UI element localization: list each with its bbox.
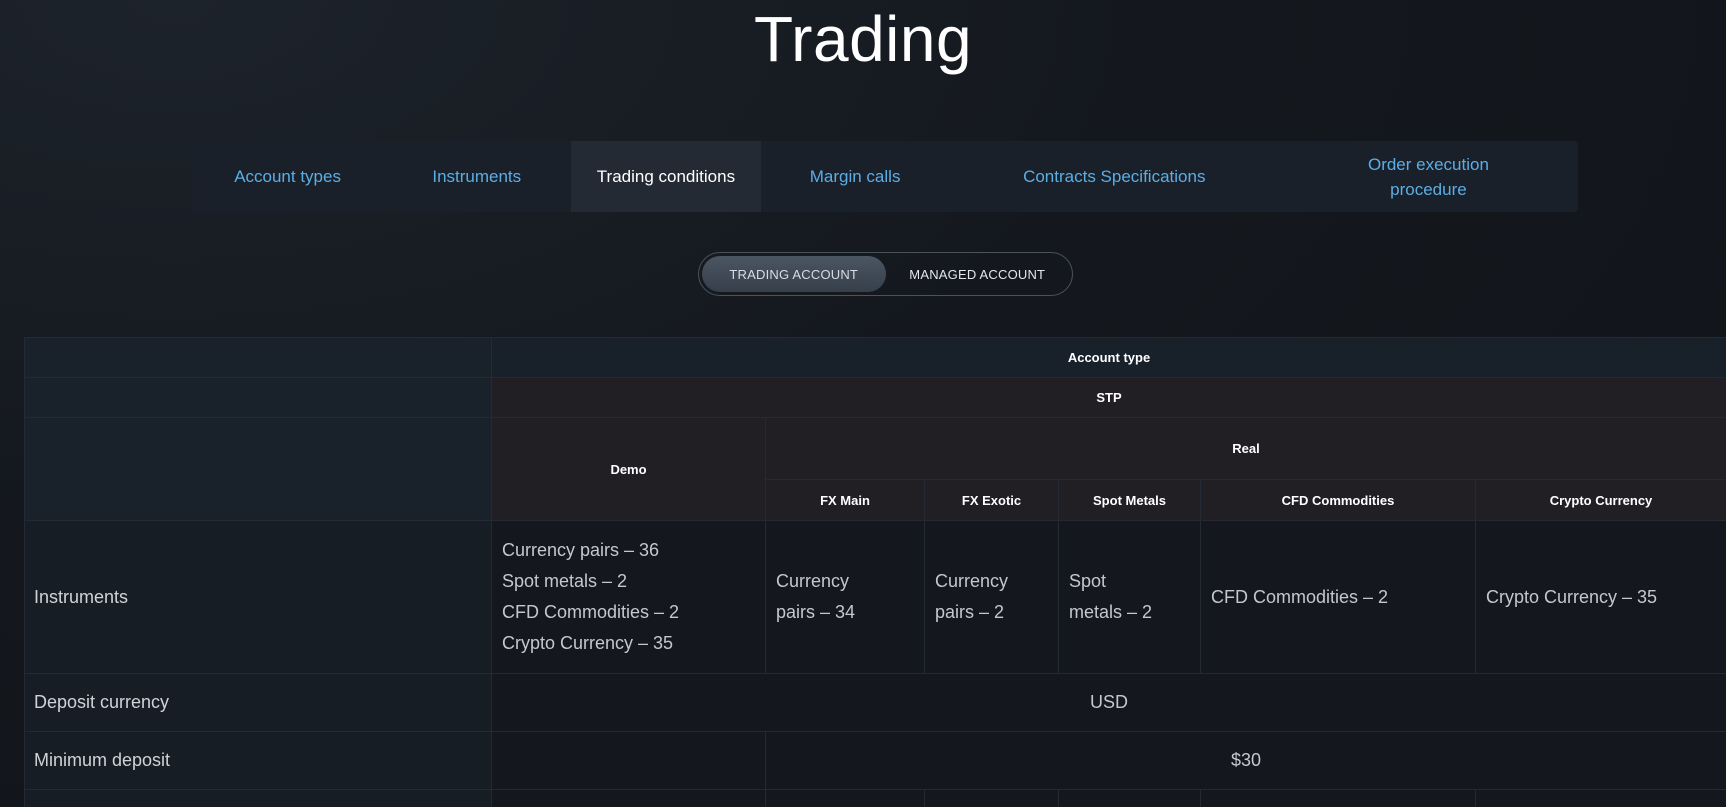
tab-contracts-specifications-label: Contracts Specifications [1023,167,1206,186]
cell-crypto-currency-instruments: Crypto Currency – 35 [1475,520,1726,674]
header-fx-exotic: FX Exotic [924,479,1059,521]
header-crypto-currency: Crypto Currency [1475,479,1726,521]
header-account-type: Account type [491,337,1726,378]
instrument-line: Spot metals – 2 [502,571,628,591]
header-blank [24,337,492,378]
trading-conditions-table: Account type STP Demo Real FX Main FX Ex… [24,337,1726,807]
instrument-line: Currency [935,571,1009,591]
table-row [24,789,1726,807]
instrument-line: Currency pairs – 36 [502,540,660,560]
cell-partial [491,789,766,807]
instrument-line: metals – 2 [1069,602,1153,622]
cell-partial [1058,789,1201,807]
cell-spot-metals-instruments: Spot metals – 2 [1058,520,1201,674]
cell-partial [765,789,925,807]
row-label-minimum-deposit: Minimum deposit [24,731,492,790]
tab-account-types[interactable]: Account types [193,141,382,212]
header-cfd-commodities: CFD Commodities [1200,479,1476,521]
trading-account-toggle[interactable]: TRADING ACCOUNT [702,256,886,292]
instrument-line: pairs – 2 [935,602,1005,622]
cell-demo-instruments: Currency pairs – 36 Spot metals – 2 CFD … [491,520,766,674]
header-stp: STP [491,377,1726,418]
managed-account-toggle[interactable]: MANAGED ACCOUNT [886,256,1070,292]
cell-minimum-deposit: $30 [765,731,1726,790]
tab-order-execution-procedure[interactable]: Order execution procedure [1279,141,1578,212]
page-title: Trading [753,3,973,75]
cell-cfd-commodities-instruments: CFD Commodities – 2 [1200,520,1476,674]
table-row: Instruments Currency pairs – 36 Spot met… [24,520,1726,674]
cell-deposit-currency: USD [491,673,1726,732]
instrument-line: Crypto Currency – 35 [502,633,674,653]
instrument-line: pairs – 34 [776,602,856,622]
account-toggle: TRADING ACCOUNT MANAGED ACCOUNT [698,252,1073,296]
cell-demo-minimum-deposit [491,731,766,790]
header-real: Real [765,417,1726,480]
header-blank [24,417,492,521]
table-row: Deposit currency USD [24,673,1726,732]
cell-partial [924,789,1059,807]
instrument-line: Currency [776,571,850,591]
table-row: Minimum deposit $30 [24,731,1726,790]
header-blank [24,377,492,418]
tab-order-execution-procedure-label: Order execution procedure [1367,154,1489,199]
row-label-instruments: Instruments [24,520,492,674]
tab-trading-conditions[interactable]: Trading conditions [571,141,761,212]
header-fx-main: FX Main [765,479,925,521]
row-label-partial [24,789,492,807]
cell-fx-exotic-instruments: Currency pairs – 2 [924,520,1059,674]
cell-partial [1475,789,1726,807]
instrument-line: CFD Commodities – 2 [502,602,680,622]
tab-contracts-specifications[interactable]: Contracts Specifications [950,141,1279,212]
cell-partial [1200,789,1476,807]
tab-margin-calls[interactable]: Margin calls [761,141,950,212]
row-label-deposit-currency: Deposit currency [24,673,492,732]
cell-fx-main-instruments: Currency pairs – 34 [765,520,925,674]
header-demo: Demo [491,417,766,521]
header-spot-metals: Spot Metals [1058,479,1201,521]
section-tabs: Account types Instruments Trading condit… [193,141,1578,212]
tab-instruments[interactable]: Instruments [382,141,571,212]
instrument-line: Spot [1069,571,1107,591]
